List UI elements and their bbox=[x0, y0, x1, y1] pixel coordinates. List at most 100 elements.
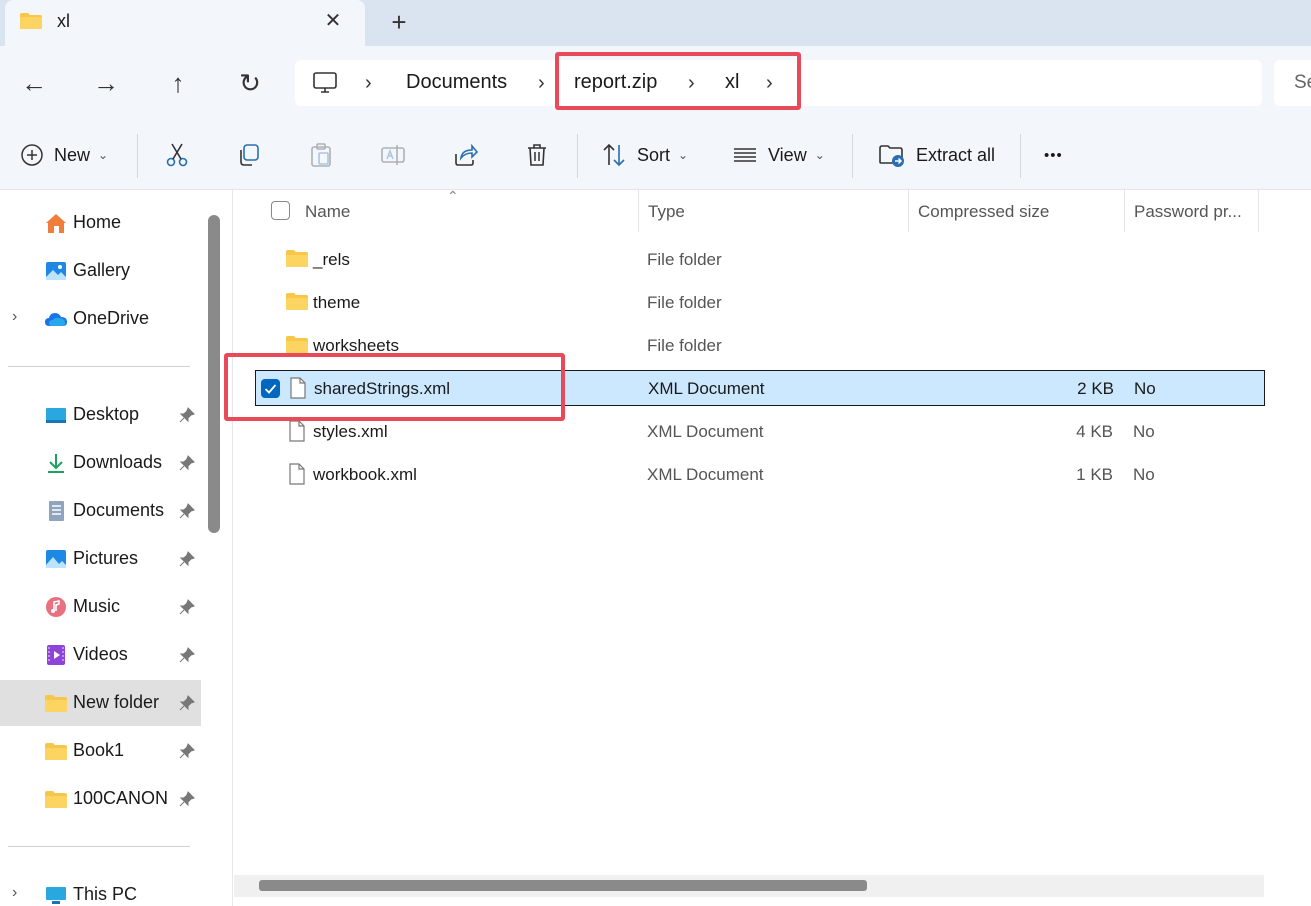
sidebar-item-this-pc[interactable]: › This PC bbox=[0, 872, 201, 906]
column-header-password-protected[interactable]: Password pr... bbox=[1134, 202, 1242, 222]
view-button[interactable]: View ⌄ bbox=[732, 138, 825, 172]
scissors-icon bbox=[166, 143, 188, 167]
pin-icon[interactable] bbox=[178, 550, 196, 568]
sidebar-item-home[interactable]: Home bbox=[0, 200, 201, 246]
breadcrumb-separator[interactable]: › bbox=[365, 72, 372, 95]
this-pc-icon bbox=[46, 887, 66, 904]
file-password-protected: No bbox=[1134, 379, 1156, 398]
sidebar-item-desktop[interactable]: Desktop bbox=[0, 392, 201, 438]
pin-icon[interactable] bbox=[178, 406, 196, 424]
chevron-right-icon[interactable]: › bbox=[12, 884, 17, 902]
pin-icon[interactable] bbox=[178, 454, 196, 472]
breadcrumb-separator[interactable]: › bbox=[538, 72, 545, 95]
copy-button[interactable] bbox=[236, 138, 262, 172]
file-type: XML Document bbox=[647, 465, 764, 484]
delete-button[interactable] bbox=[524, 138, 550, 172]
sort-icon bbox=[603, 143, 625, 167]
sidebar-item-label: This PC bbox=[73, 884, 138, 904]
file-name: workbook.xml bbox=[313, 465, 417, 484]
folder-icon bbox=[45, 743, 67, 760]
downloads-icon bbox=[48, 454, 64, 473]
share-button[interactable] bbox=[452, 138, 478, 172]
column-divider[interactable] bbox=[1258, 190, 1259, 232]
title-bar: xl ✕ + bbox=[0, 0, 1311, 46]
document-icon bbox=[289, 463, 305, 485]
tab-xl[interactable]: xl ✕ bbox=[5, 0, 365, 46]
file-name: theme bbox=[313, 293, 361, 312]
refresh-icon[interactable]: ↻ bbox=[234, 67, 266, 99]
file-name: _rels bbox=[313, 250, 350, 269]
highlight-box-breadcrumb bbox=[555, 52, 801, 110]
column-header-type[interactable]: Type bbox=[648, 202, 685, 222]
sidebar-item-downloads[interactable]: Downloads bbox=[0, 440, 201, 486]
sidebar-item-100canon[interactable]: 100CANON bbox=[0, 776, 201, 822]
pin-icon[interactable] bbox=[178, 790, 196, 808]
back-icon[interactable]: ← bbox=[18, 67, 50, 99]
rename-button[interactable] bbox=[380, 138, 406, 172]
sidebar-item-music[interactable]: Music bbox=[0, 584, 201, 630]
sidebar-item-gallery[interactable]: Gallery bbox=[0, 248, 201, 294]
chevron-right-icon[interactable]: › bbox=[12, 308, 17, 326]
view-label: View bbox=[768, 144, 807, 165]
videos-icon bbox=[47, 645, 65, 665]
rename-icon bbox=[381, 145, 405, 165]
search-placeholder: Se bbox=[1294, 72, 1311, 93]
folder-icon bbox=[45, 695, 67, 712]
sidebar-item-label: Book1 bbox=[73, 740, 125, 760]
pin-icon[interactable] bbox=[178, 598, 196, 616]
sort-ascending-icon: ⌃ bbox=[447, 188, 459, 204]
file-size: 4 KB bbox=[1076, 422, 1113, 441]
table-row[interactable]: workbook.xml XML Document 1 KB No bbox=[255, 457, 1265, 493]
extract-all-button[interactable]: Extract all bbox=[878, 138, 995, 172]
table-row[interactable]: _rels File folder bbox=[255, 242, 1265, 278]
close-tab-icon[interactable]: ✕ bbox=[321, 9, 345, 33]
breadcrumb-documents[interactable]: Documents bbox=[406, 71, 507, 94]
sort-button[interactable]: Sort ⌄ bbox=[601, 138, 688, 172]
cut-button[interactable] bbox=[164, 138, 190, 172]
column-divider[interactable] bbox=[638, 190, 639, 232]
paste-button[interactable] bbox=[308, 138, 334, 172]
pin-icon[interactable] bbox=[178, 694, 196, 712]
sidebar-item-book1[interactable]: Book1 bbox=[0, 728, 201, 774]
clipboard-icon bbox=[311, 143, 331, 167]
new-button[interactable]: New ⌄ bbox=[20, 138, 108, 172]
copy-icon bbox=[240, 144, 259, 166]
sidebar-item-label: Downloads bbox=[73, 452, 163, 472]
new-label: New bbox=[54, 144, 91, 165]
this-pc-icon[interactable] bbox=[312, 71, 338, 95]
extract-folder-icon bbox=[879, 145, 904, 167]
sidebar-item-videos[interactable]: Videos bbox=[0, 632, 201, 678]
sidebar-item-pictures[interactable]: Pictures bbox=[0, 536, 201, 582]
sidebar-scrollbar[interactable] bbox=[208, 215, 220, 533]
sidebar-item-label: Music bbox=[73, 596, 121, 616]
more-options-button[interactable]: ••• bbox=[1044, 138, 1063, 172]
horizontal-scrollbar[interactable] bbox=[234, 875, 1264, 897]
pin-icon[interactable] bbox=[178, 742, 196, 760]
chevron-down-icon: ⌄ bbox=[814, 148, 825, 162]
column-divider[interactable] bbox=[908, 190, 909, 232]
sidebar-item-documents[interactable]: Documents bbox=[0, 488, 201, 534]
up-icon[interactable]: ↑ bbox=[162, 67, 194, 99]
search-input[interactable]: Se bbox=[1274, 60, 1311, 106]
column-header-compressed-size[interactable]: Compressed size bbox=[918, 202, 1049, 222]
onedrive-icon bbox=[45, 313, 67, 326]
scrollbar-thumb[interactable] bbox=[259, 880, 867, 891]
file-size: 1 KB bbox=[1076, 465, 1113, 484]
pictures-icon bbox=[46, 550, 66, 568]
folder-icon bbox=[45, 791, 67, 808]
column-divider[interactable] bbox=[1124, 190, 1125, 232]
file-type: File folder bbox=[647, 250, 722, 269]
column-header-name[interactable]: Name bbox=[305, 202, 350, 222]
select-all-checkbox[interactable] bbox=[271, 201, 290, 220]
pin-icon[interactable] bbox=[178, 646, 196, 664]
sidebar-item-onedrive[interactable]: › OneDrive bbox=[0, 296, 201, 342]
sort-label: Sort bbox=[637, 144, 671, 165]
pin-icon[interactable] bbox=[178, 502, 196, 520]
sidebar-divider bbox=[8, 846, 190, 847]
table-row[interactable]: theme File folder bbox=[255, 285, 1265, 321]
new-tab-button[interactable]: + bbox=[385, 8, 413, 36]
file-list: ⌃ Name Type Compressed size Password pr.… bbox=[232, 188, 1311, 906]
file-type: XML Document bbox=[648, 379, 765, 398]
sidebar-item-new-folder[interactable]: New folder bbox=[0, 680, 201, 726]
forward-icon[interactable]: → bbox=[90, 67, 122, 99]
